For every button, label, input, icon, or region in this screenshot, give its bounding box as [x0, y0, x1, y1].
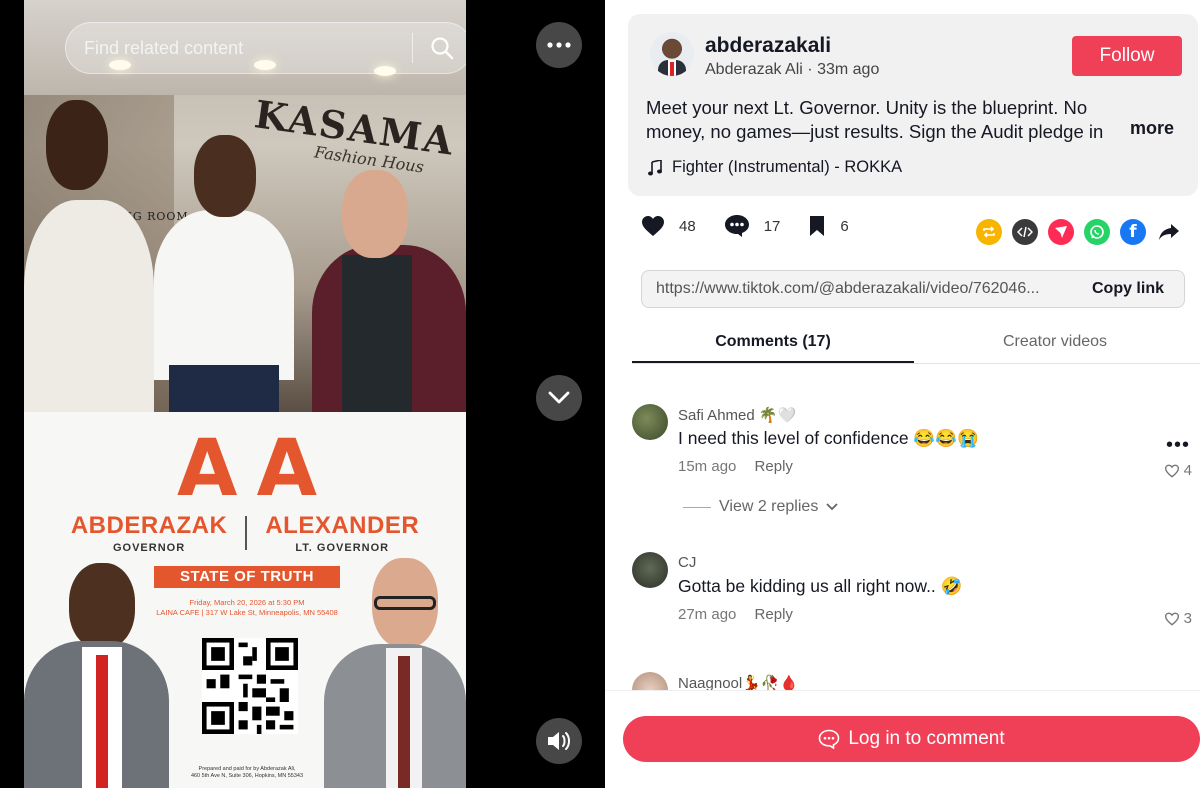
next-video-button[interactable]	[536, 375, 582, 421]
comment-list: Safi Ahmed 🌴🤍 I need this level of confi…	[605, 364, 1200, 690]
candidate-right-photo	[324, 558, 466, 788]
post-time: 33m ago	[817, 61, 880, 78]
action-bar: 48 17 6	[641, 214, 877, 238]
replies-line	[683, 506, 711, 508]
music-title: Fighter (Instrumental) - ROKKA	[672, 158, 903, 176]
tab-comments[interactable]: Comments (17)	[632, 322, 914, 363]
comment-time: 27m ago	[678, 606, 737, 623]
comment-avatar[interactable]	[632, 672, 668, 690]
flyer-footer-line1: Prepared and paid for by Abderazak Ali,	[198, 766, 296, 772]
description-card: abderazakali Abderazak Ali · 33m ago Fol…	[628, 14, 1198, 196]
follow-button[interactable]: Follow	[1072, 36, 1182, 76]
comment-text: I need this level of confidence 😂😂😭	[678, 428, 979, 448]
avatar[interactable]	[650, 32, 694, 76]
comment-author[interactable]: Safi Ahmed 🌴🤍	[678, 406, 796, 424]
video-caption: Meet your next Lt. Governor. Unity is th…	[646, 97, 1104, 142]
view-replies-button[interactable]: View 2 replies	[683, 498, 838, 516]
campaign-flyer: A A ABDERAZAK GOVERNOR ALEXANDER LT. GOV…	[24, 412, 466, 788]
comment-like-button[interactable]: 4	[1164, 462, 1192, 479]
music-link[interactable]: Fighter (Instrumental) - ROKKA	[648, 158, 902, 177]
more-button[interactable]: more	[1130, 118, 1174, 139]
username[interactable]: abderazakali	[705, 34, 831, 58]
save-button[interactable]: 6	[808, 215, 849, 237]
comment-author[interactable]: CJ	[678, 554, 696, 571]
comment-count: 17	[763, 217, 781, 235]
search-icon	[431, 37, 454, 60]
comment-footer: Log in to comment	[605, 690, 1200, 788]
flyer-logo: A A	[177, 424, 317, 514]
comment-bubble-icon	[819, 729, 840, 749]
like-count: 48	[679, 217, 696, 235]
comment-like-count: 3	[1183, 610, 1192, 627]
search-input[interactable]: Find related content	[66, 38, 412, 59]
comment-more-icon[interactable]: •••	[1166, 434, 1190, 457]
flyer-name-left: ABDERAZAK	[70, 512, 228, 539]
search-button[interactable]	[413, 23, 466, 73]
heart-icon	[642, 216, 664, 236]
candidate-left-photo	[24, 563, 169, 788]
whatsapp-icon[interactable]	[1084, 219, 1110, 245]
comment-like-count: 4	[1183, 462, 1192, 479]
reply-button[interactable]: Reply	[755, 606, 793, 623]
flyer-role-left: GOVERNOR	[112, 542, 186, 554]
copy-link-button[interactable]: Copy link	[1080, 280, 1184, 298]
info-panel: abderazakali Abderazak Ali · 33m ago Fol…	[605, 0, 1200, 788]
video-player[interactable]: KASAMA Fashion Hous FITTING ROOM A A ABD…	[0, 0, 605, 788]
repost-icon[interactable]	[976, 219, 1002, 245]
video-frame[interactable]: KASAMA Fashion Hous FITTING ROOM A A ABD…	[24, 0, 466, 788]
more-dots-icon	[547, 42, 571, 48]
heart-outline-icon	[1164, 464, 1179, 478]
flyer-name-right: ALEXANDER	[265, 512, 420, 539]
reply-button[interactable]: Reply	[755, 458, 793, 475]
music-note-icon	[648, 159, 662, 175]
embed-icon[interactable]	[1012, 219, 1038, 245]
related-search-bar[interactable]: Find related content	[65, 22, 466, 74]
flyer-role-right: LT. GOVERNOR	[295, 542, 390, 554]
bookmark-icon	[810, 216, 825, 236]
video-url[interactable]: https://www.tiktok.com/@abderazakali/vid…	[642, 280, 1080, 298]
comment-button[interactable]: 17	[724, 214, 781, 238]
author-meta: Abderazak Ali · 33m ago	[705, 61, 879, 79]
heart-outline-icon	[1164, 612, 1179, 626]
comment-text: Gotta be kidding us all right now.. 🤣	[678, 576, 963, 596]
more-options-button[interactable]	[536, 22, 582, 68]
send-icon[interactable]	[1048, 219, 1074, 245]
flyer-banner: STATE OF TRUTH	[154, 566, 340, 588]
login-to-comment-button[interactable]: Log in to comment	[623, 716, 1200, 762]
share-arrow-icon[interactable]	[1156, 219, 1182, 245]
comment-item: Safi Ahmed 🌴🤍 I need this level of confi…	[632, 404, 1192, 494]
comment-avatar[interactable]	[632, 404, 668, 440]
share-row: f	[976, 219, 1182, 245]
volume-icon	[548, 732, 570, 750]
like-button[interactable]: 48	[641, 215, 696, 237]
qr-code-icon	[202, 638, 298, 734]
tab-bar: Comments (17) Creator videos	[632, 322, 1200, 364]
volume-button[interactable]	[536, 718, 582, 764]
comment-meta: 15m ago Reply	[678, 458, 793, 475]
comment-like-button[interactable]: 3	[1164, 610, 1192, 627]
flyer-names: ABDERAZAK GOVERNOR ALEXANDER LT. GOVERNO…	[24, 512, 466, 554]
flyer-divider	[245, 516, 248, 550]
flyer-footer-line2: 460 5th Ave N, Suite 306, Hopkins, MN 55…	[190, 773, 304, 779]
comment-avatar[interactable]	[632, 552, 668, 588]
comment-author[interactable]: Naagnool💃🥀🩸	[678, 674, 798, 690]
chevron-down-icon	[826, 503, 838, 511]
chevron-down-icon	[548, 391, 570, 404]
comment-item: CJ Gotta be kidding us all right now.. 🤣…	[632, 552, 1192, 642]
link-copy-row: https://www.tiktok.com/@abderazakali/vid…	[641, 270, 1185, 308]
comment-item: Naagnool💃🥀🩸	[632, 672, 1192, 690]
save-count: 6	[840, 217, 849, 235]
tab-creator-videos[interactable]: Creator videos	[914, 322, 1196, 363]
display-name: Abderazak Ali	[705, 61, 803, 78]
comment-time: 15m ago	[678, 458, 737, 475]
view-replies-label: View 2 replies	[719, 498, 819, 515]
flyer-footer: Prepared and paid for by Abderazak Ali, …	[144, 766, 350, 780]
login-label: Log in to comment	[848, 728, 1005, 749]
meta-separator: ·	[807, 61, 818, 78]
comment-bubble-icon	[724, 215, 749, 237]
comment-meta: 27m ago Reply	[678, 606, 793, 623]
facebook-icon[interactable]: f	[1120, 219, 1146, 245]
